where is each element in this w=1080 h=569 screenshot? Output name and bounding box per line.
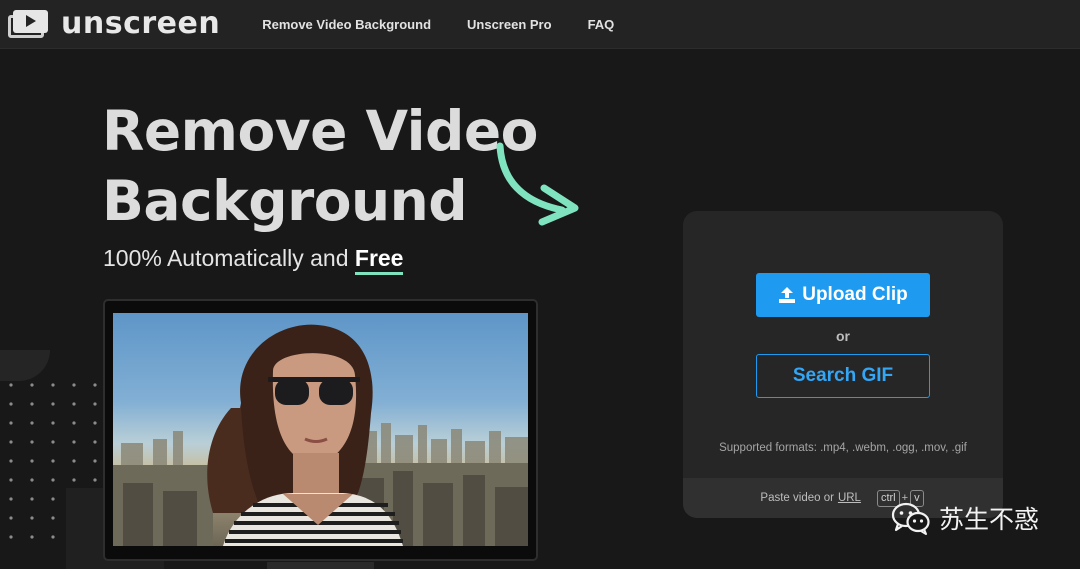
or-separator: or [836,328,850,344]
grid-dot [72,440,76,444]
demo-monitor [103,299,538,561]
grid-dot [51,516,55,520]
nav-link-remove-video-background[interactable]: Remove Video Background [262,17,431,32]
grid-dot [30,535,34,539]
watermark-text: 苏生不惑 [939,505,1040,534]
grid-dot [72,421,76,425]
grid-dot [72,459,76,463]
curved-arrow-icon [496,142,579,226]
grid-dot [9,459,13,463]
nav-link-faq[interactable]: FAQ [588,17,615,32]
supported-formats: Supported formats: .mp4, .webm, .ogg, .m… [719,442,967,454]
grid-dot [93,459,97,463]
decorative-half-circle [0,350,50,381]
logo-icon [8,9,48,39]
grid-dot [9,516,13,520]
grid-dot [93,440,97,444]
grid-dot [51,459,55,463]
top-navbar: unscreen Remove Video Background Unscree… [0,0,1080,49]
grid-dot [9,497,13,501]
subtitle-free: Free [354,245,404,275]
grid-dot [51,535,55,539]
grid-dot [9,535,13,539]
grid-dot [93,478,97,482]
upload-icon [778,286,796,304]
grid-dot [51,421,55,425]
search-gif-button[interactable]: Search GIF [756,354,930,398]
grid-dot [9,402,13,406]
grid-dot [93,402,97,406]
demo-video-preview [113,313,528,546]
grid-dot [72,402,76,406]
grid-dot [30,421,34,425]
upload-panel: Upload Clip or Search GIF Supported form… [683,211,1003,518]
hero-subtitle: 100% Automatically and Free [103,245,404,275]
watermark: 苏生不惑 [891,500,1039,536]
grid-dot [51,440,55,444]
grid-dot [72,383,76,387]
hero-title: Remove Video Background [102,96,538,236]
grid-dot [51,478,55,482]
grid-dot [93,383,97,387]
main-nav: Remove Video Background Unscreen Pro FAQ [262,17,650,32]
grid-dot [9,440,13,444]
brand-name: unscreen [61,6,221,41]
grid-dot [30,440,34,444]
grid-dot [51,497,55,501]
hero-title-line-1: Remove Video [102,99,538,163]
grid-dot [51,402,55,406]
grid-dot [30,402,34,406]
nav-link-unscreen-pro[interactable]: Unscreen Pro [467,17,552,32]
wechat-icon [891,502,930,535]
upload-clip-button[interactable]: Upload Clip [756,273,930,317]
grid-dot [72,478,76,482]
grid-dot [9,421,13,425]
grid-dot [30,497,34,501]
url-link[interactable]: URL [838,492,861,504]
grid-dot [9,383,13,387]
grid-dot [30,383,34,387]
city-woman-illustration [113,324,528,546]
monitor-stand [267,562,374,569]
grid-dot [51,383,55,387]
grid-dot [93,421,97,425]
grid-dot [9,478,13,482]
subtitle-text: 100% Automatically and [103,245,349,271]
grid-dot [30,516,34,520]
grid-dot [30,478,34,482]
hero-title-line-2: Background [102,169,468,233]
upload-clip-label: Upload Clip [802,284,908,305]
paste-text: Paste video or [760,492,834,504]
grid-dot [30,459,34,463]
brand-logo[interactable]: unscreen [8,9,220,39]
